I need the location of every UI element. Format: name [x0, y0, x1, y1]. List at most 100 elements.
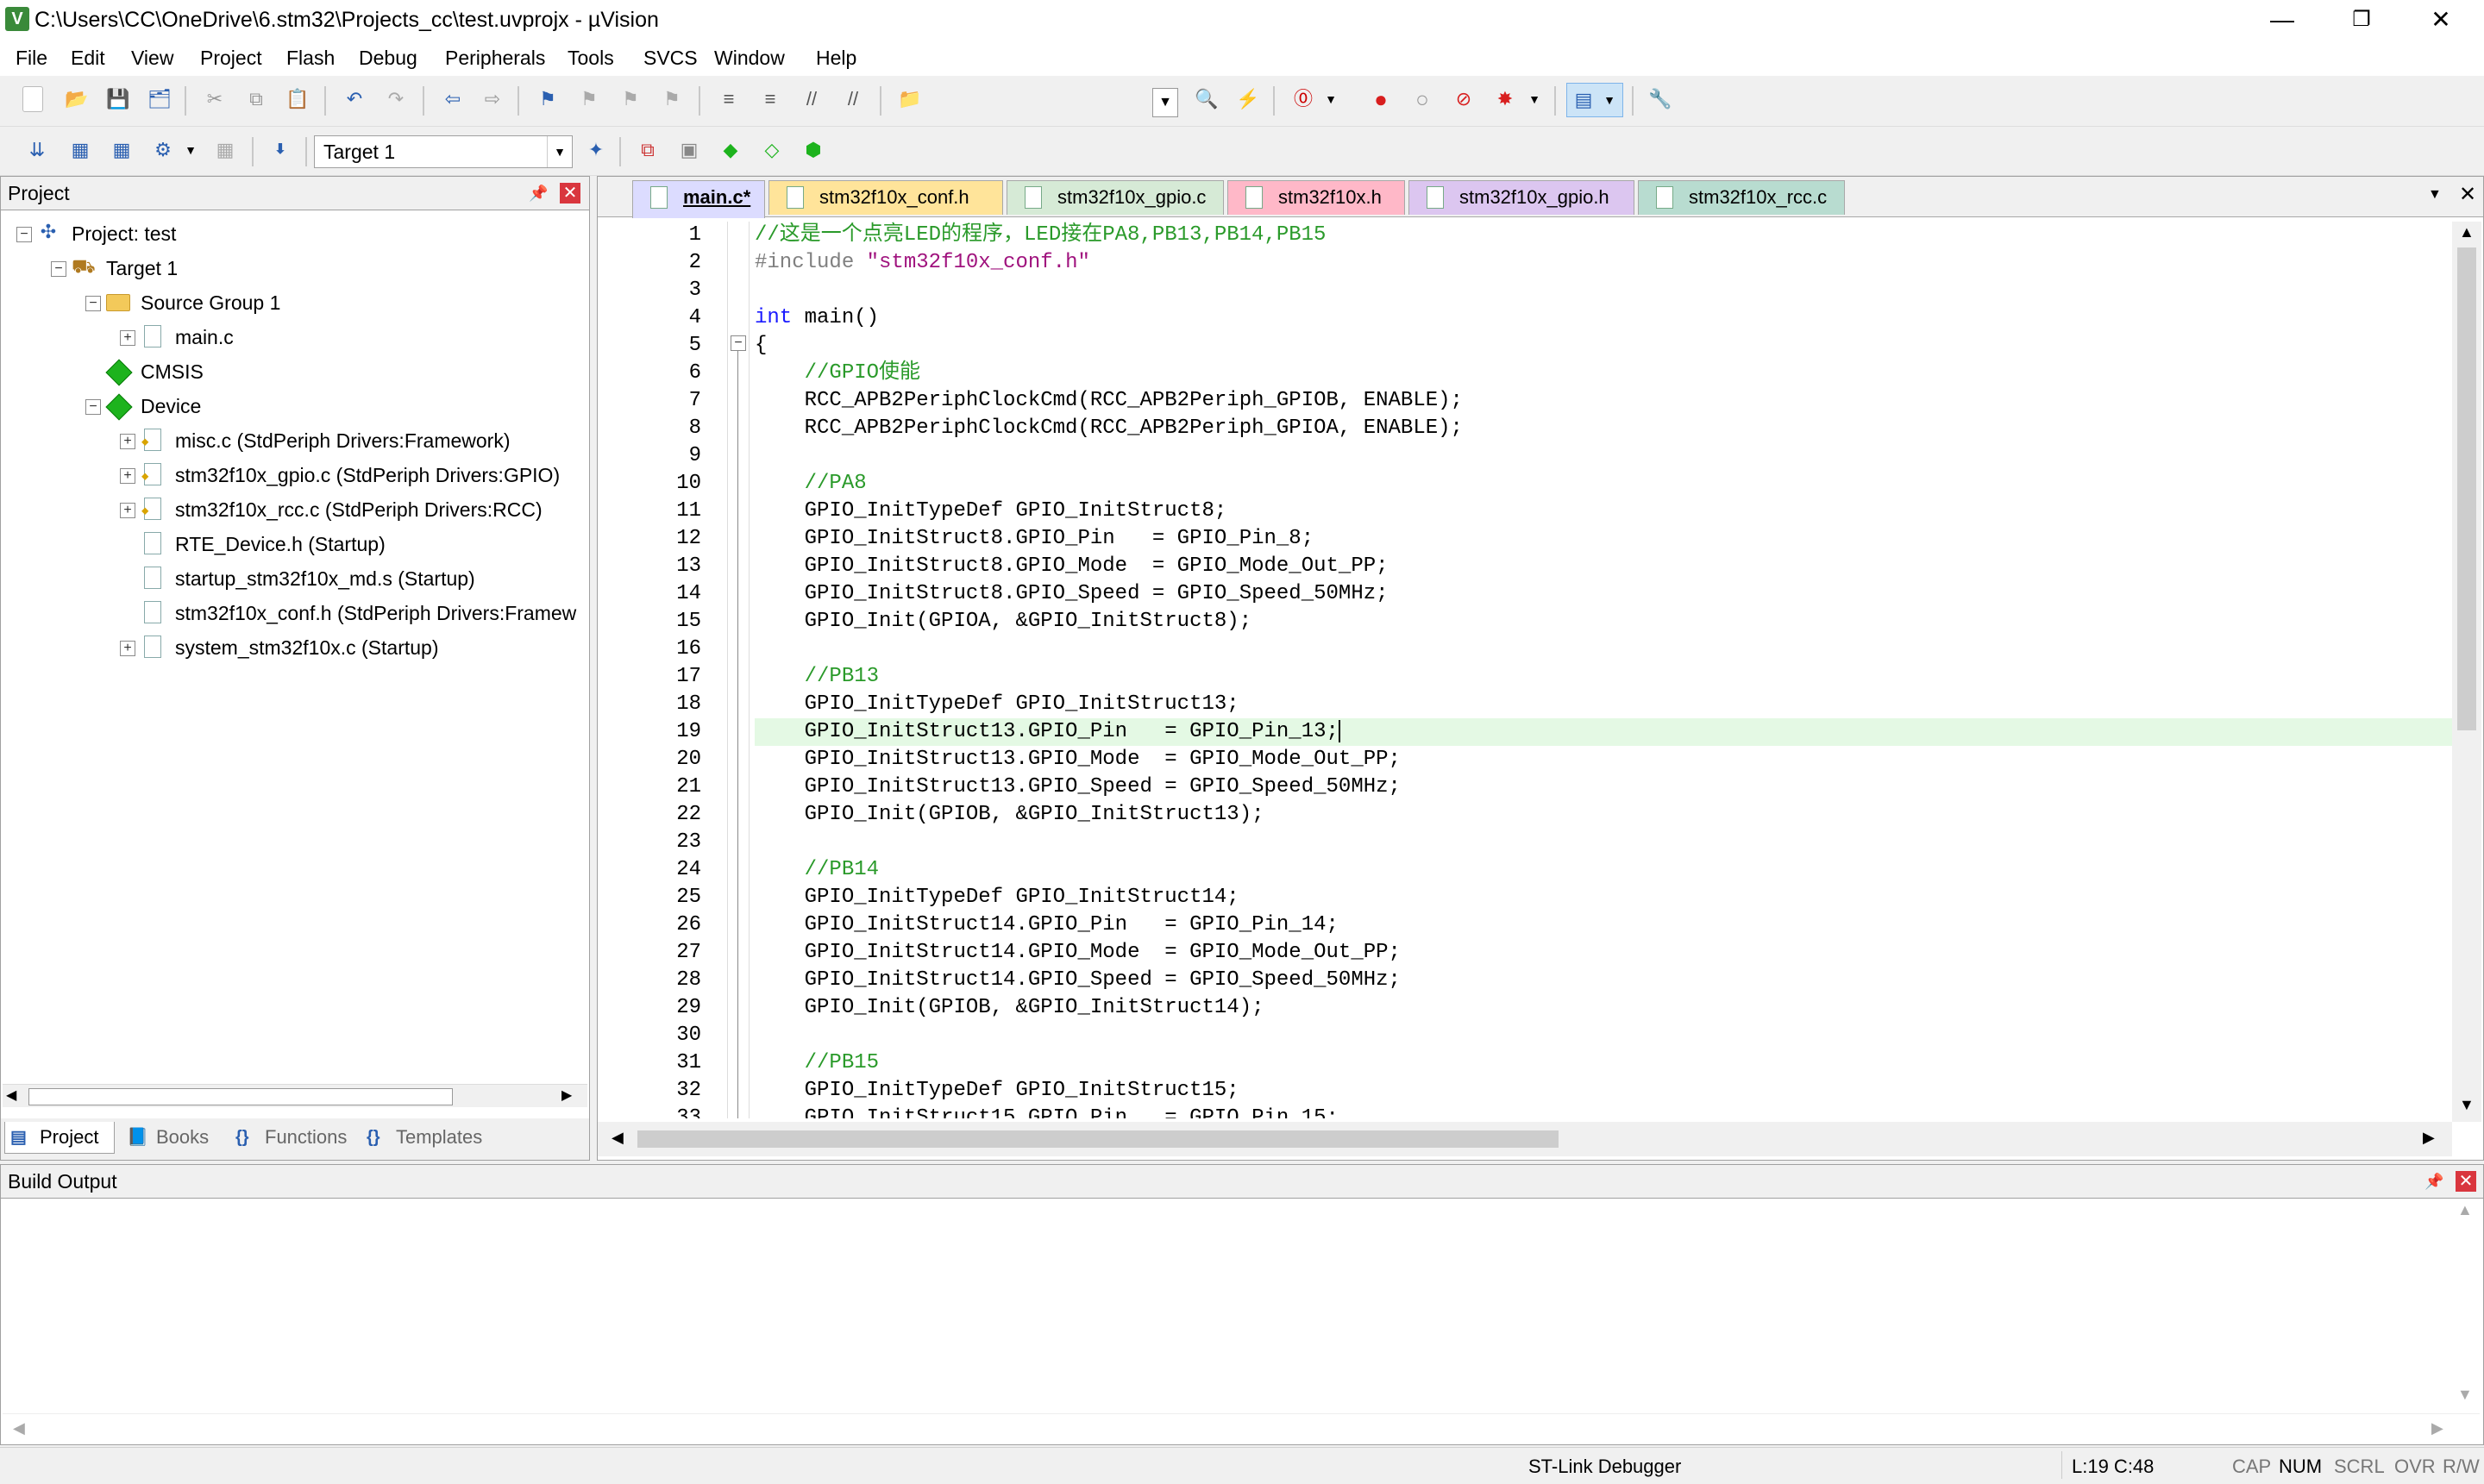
prev-bookmark-icon[interactable]: ⚑ — [576, 86, 602, 112]
cut-icon[interactable]: ✂ — [202, 86, 228, 112]
chevron-down-icon[interactable]: ▼ — [178, 137, 204, 163]
tree-item[interactable]: RTE_Device.h (Startup) — [1, 527, 587, 561]
close-panel-button[interactable]: ✕ — [560, 183, 580, 204]
menu-tools[interactable]: Tools — [568, 45, 614, 71]
redo-icon[interactable]: ↷ — [383, 86, 409, 112]
target-options-icon[interactable]: ✦ — [583, 137, 609, 163]
scrollbar-thumb[interactable] — [2457, 247, 2476, 730]
tab-list-icon[interactable]: ▼ — [2428, 187, 2442, 203]
menu-peripherals[interactable]: Peripherals — [445, 45, 545, 71]
pin-icon[interactable]: 📌 — [2424, 1172, 2443, 1191]
tree-item[interactable]: − ✣ Project: test — [1, 216, 587, 251]
expand-icon[interactable]: + — [120, 641, 135, 656]
tree-item[interactable]: stm32f10x_conf.h (StdPeriph Drivers:Fram… — [1, 596, 587, 630]
code-area[interactable]: 1 2 3 4 5 6 7 8 9 10 11 12 13 14 15 16 17 18 19 20 21 22 23 24 2… — [598, 222, 2452, 1118]
fold-toggle-icon[interactable]: − — [731, 335, 746, 351]
build-horizontal-scrollbar[interactable]: ◀ ▶ — [3, 1413, 2480, 1443]
panel-tab-templates[interactable]: {} Templates — [361, 1122, 499, 1153]
disable-all-breakpoints-icon[interactable]: ⊘ — [1451, 86, 1477, 112]
scrollbar-thumb[interactable] — [28, 1088, 453, 1105]
next-bookmark-icon[interactable]: ⚑ — [618, 86, 643, 112]
window-layout-button[interactable]: ▤ ▼ — [1566, 83, 1623, 117]
editor-tab[interactable]: stm32f10x_gpio.h — [1408, 180, 1634, 215]
tree-item[interactable]: startup_stm32f10x_md.s (Startup) — [1, 561, 587, 596]
tree-item[interactable]: + misc.c (StdPeriph Drivers:Framework) — [1, 423, 587, 459]
scroll-up-icon[interactable]: ▲ — [2459, 223, 2475, 241]
close-button[interactable]: ✕ — [2401, 0, 2481, 40]
find-combo-dropdown[interactable]: ▼ — [1152, 88, 1178, 117]
panel-tab-books[interactable]: 📘 Books — [122, 1122, 223, 1153]
tree-horizontal-scrollbar[interactable]: ◀ ▶ — [3, 1084, 587, 1107]
undo-icon[interactable]: ↶ — [342, 86, 367, 112]
save-icon[interactable]: 💾 — [105, 86, 131, 112]
collapse-icon[interactable]: − — [85, 296, 101, 311]
find-icon[interactable]: 🔍 — [1194, 86, 1220, 112]
rebuild-icon[interactable]: ▦ — [109, 137, 135, 163]
kill-breakpoints-icon[interactable]: ✸ — [1492, 86, 1518, 112]
expand-icon[interactable]: + — [120, 468, 135, 484]
breakpoint-icon[interactable]: ● — [1368, 86, 1394, 112]
tree-item[interactable]: CMSIS — [1, 354, 587, 389]
translate-icon[interactable]: ⇊ — [24, 137, 50, 163]
menu-help[interactable]: Help — [816, 45, 856, 71]
bookmark-icon[interactable]: ⚑ — [535, 86, 561, 112]
open-file-icon[interactable]: 📂 — [64, 86, 90, 112]
editor-horizontal-scrollbar[interactable]: ◀ ▶ — [598, 1122, 2452, 1156]
target-select[interactable]: Target 1 ▼ — [314, 135, 573, 168]
expand-icon[interactable]: + — [120, 503, 135, 518]
save-all-icon[interactable]: 🗂 — [147, 86, 172, 112]
uncomment-icon[interactable]: // — [840, 86, 866, 112]
build-vertical-scrollbar[interactable]: ▲ ▼ — [2450, 1199, 2480, 1412]
configure-icon[interactable]: 🔧 — [1647, 86, 1673, 112]
new-file-icon[interactable] — [22, 86, 43, 112]
editor-vertical-scrollbar[interactable]: ▲ ▼ — [2452, 222, 2481, 1122]
scroll-right-icon[interactable]: ▶ — [561, 1086, 572, 1105]
pin-icon[interactable]: 📌 — [529, 184, 548, 203]
tree-item[interactable]: + main.c — [1, 320, 587, 354]
manage-rte-icon[interactable]: ◆ — [718, 137, 743, 163]
menu-flash[interactable]: Flash — [286, 45, 335, 71]
menu-svcs[interactable]: SVCS — [643, 45, 698, 71]
tree-item[interactable]: + stm32f10x_rcc.c (StdPeriph Drivers:RCC) — [1, 492, 587, 528]
tree-item[interactable]: − ⛟ Target 1 — [1, 251, 587, 285]
paste-icon[interactable]: 📋 — [285, 86, 310, 112]
select-packs-icon[interactable]: ◇ — [759, 137, 785, 163]
scroll-right-icon[interactable]: ▶ — [2431, 1419, 2443, 1437]
scroll-up-icon[interactable]: ▲ — [2457, 1201, 2473, 1219]
scrollbar-thumb[interactable] — [637, 1130, 1559, 1148]
pack-installer-icon[interactable]: ⬢ — [800, 137, 826, 163]
editor-tab[interactable]: stm32f10x_gpio.c — [1007, 180, 1224, 215]
menu-window[interactable]: Window — [714, 45, 785, 71]
download-load-icon[interactable]: ⬇ — [267, 137, 293, 163]
editor-tab[interactable]: stm32f10x_conf.h — [768, 180, 1003, 215]
editor-tab[interactable]: stm32f10x.h — [1227, 180, 1405, 215]
panel-tab-functions[interactable]: {} Functions — [230, 1122, 354, 1153]
navigate-back-icon[interactable]: ⇦ — [440, 86, 466, 112]
clear-bookmarks-icon[interactable]: ⚑ — [659, 86, 685, 112]
scroll-right-icon[interactable]: ▶ — [2423, 1129, 2435, 1147]
close-tab-icon[interactable]: ✕ — [2459, 182, 2476, 207]
collapse-icon[interactable]: − — [16, 227, 32, 242]
scroll-left-icon[interactable]: ◀ — [13, 1419, 25, 1437]
collapse-icon[interactable]: − — [51, 261, 66, 277]
indent-icon[interactable]: ≡ — [716, 86, 742, 112]
debug-session-icon[interactable]: ⓪ — [1290, 86, 1316, 112]
find-in-files-icon[interactable]: 📁 — [897, 86, 923, 112]
chevron-down-icon[interactable]: ▼ — [1318, 86, 1344, 112]
minimize-button[interactable]: — — [2242, 0, 2322, 40]
scroll-down-icon[interactable]: ▼ — [2459, 1096, 2475, 1114]
chevron-down-icon[interactable]: ▼ — [1521, 86, 1547, 112]
copy-icon[interactable]: ⧉ — [243, 86, 269, 112]
scroll-left-icon[interactable]: ◀ — [6, 1086, 16, 1105]
restore-button[interactable]: ❐ — [2322, 0, 2401, 40]
build-output-text[interactable] — [3, 1199, 2449, 1412]
editor-tab[interactable]: main.c* — [632, 180, 765, 218]
scroll-down-icon[interactable]: ▼ — [2457, 1386, 2473, 1404]
disable-breakpoint-icon[interactable]: ○ — [1409, 86, 1435, 112]
navigate-forward-icon[interactable]: ⇨ — [480, 86, 505, 112]
menu-project[interactable]: Project — [200, 45, 262, 71]
menu-file[interactable]: File — [16, 45, 47, 71]
menu-debug[interactable]: Debug — [359, 45, 417, 71]
incremental-find-icon[interactable]: ⚡ — [1235, 86, 1261, 112]
unindent-icon[interactable]: ≡ — [757, 86, 783, 112]
